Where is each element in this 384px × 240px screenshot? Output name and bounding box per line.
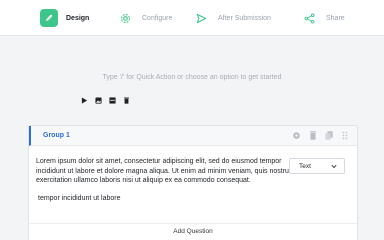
tab-share-label: Share bbox=[326, 14, 345, 22]
tab-design-label: Design bbox=[66, 14, 90, 22]
drag-handle-icon[interactable] bbox=[340, 131, 349, 140]
add-question-button[interactable]: Add Question bbox=[29, 223, 357, 237]
tab-configure[interactable]: Configure bbox=[116, 8, 172, 28]
question-subtext[interactable]: tempor incididunt ut labore bbox=[38, 195, 121, 202]
video-icon[interactable] bbox=[80, 96, 88, 104]
top-navigation: Design Configure After Submission Share bbox=[0, 0, 384, 36]
gear-icon bbox=[116, 9, 134, 27]
group-title[interactable]: Group 1 bbox=[43, 132, 70, 139]
duplicate-icon[interactable] bbox=[324, 131, 333, 140]
media-toolbar bbox=[80, 96, 130, 104]
question-text[interactable]: Lorem ipsum dolor sit amet, consectetur … bbox=[36, 157, 298, 186]
pencil-icon bbox=[40, 9, 58, 27]
quick-action-hint: Type '/' for Quick Action or choose an o… bbox=[102, 74, 282, 81]
gear-icon[interactable] bbox=[292, 131, 301, 140]
image-icon[interactable] bbox=[94, 96, 102, 104]
tab-after-submission-label: After Submission bbox=[218, 14, 271, 22]
trash-icon[interactable] bbox=[122, 96, 130, 104]
tab-after-submission[interactable]: After Submission bbox=[192, 8, 271, 28]
share-icon bbox=[300, 9, 318, 27]
question-type-value: Text bbox=[299, 162, 311, 170]
layout-icon[interactable] bbox=[108, 96, 116, 104]
trash-icon[interactable] bbox=[308, 131, 317, 140]
group-actions bbox=[292, 131, 349, 140]
chevron-down-icon bbox=[330, 163, 337, 170]
send-icon bbox=[192, 9, 210, 27]
question-type-select[interactable]: Text bbox=[289, 158, 345, 174]
group-header: Group 1 bbox=[29, 126, 357, 146]
tab-configure-label: Configure bbox=[142, 14, 173, 22]
tab-design[interactable]: Design bbox=[40, 8, 89, 28]
tab-share[interactable]: Share bbox=[300, 8, 345, 28]
group-card: Group 1 Lorem ipsum dolor sit amet, cons… bbox=[28, 125, 358, 240]
